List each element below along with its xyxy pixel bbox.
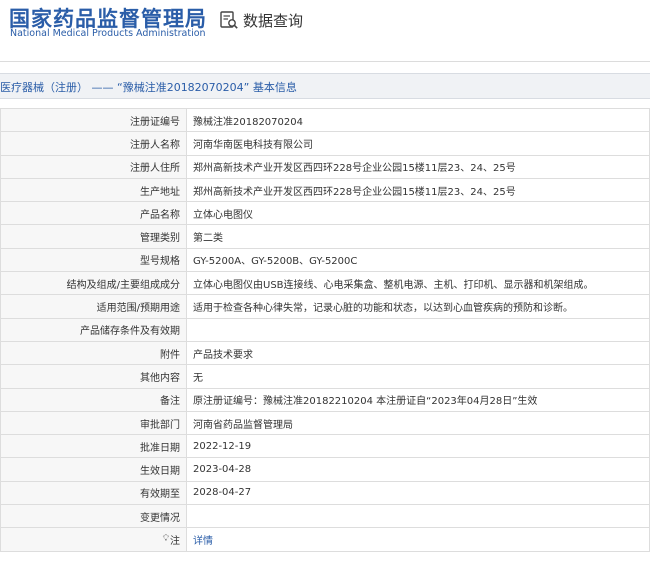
registration-detail-table: 注册证编号 豫械注准20182070204 注册人名称 河南华南医电科技有限公司 注册人… [0,107,650,552]
field-value: 无 [186,364,650,389]
field-label: 注册人名称 [0,131,187,156]
field-label: 变更情况 [0,504,187,529]
field-value: 立体心电图仪由USB连接线、心电采集盒、整机电源、主机、打印机、显示器和机架组成… [186,271,650,296]
field-label: 产品储存条件及有效期 [0,317,187,342]
field-label: 适用范围/预期用途 [0,294,187,319]
table-row: 附件 产品技术要求 [0,340,650,366]
table-row-note: 💡︎ 注 详情 [0,527,650,552]
document-search-icon [220,11,238,29]
field-label: 管理类别 [0,224,187,249]
table-row: 其他内容无 [0,364,650,389]
data-query-link[interactable]: 数据查询 [219,9,303,31]
lightbulb-icon: 💡︎ [162,534,169,545]
field-label: 型号规格 [0,247,187,273]
note-label: 💡︎ 注 [163,532,180,547]
header-divider [0,61,650,62]
field-value: 郑州高新技术产业开发区西四环228号企业公园15楼11层23、24、25号 [186,154,650,179]
table-row: 管理类别 第二类 [0,224,650,249]
field-label: 注册人住所 [0,154,187,179]
field-value: 立体心电图仪 [186,201,650,226]
field-label: 产品名称 [0,201,187,226]
note-label-cell: 💡︎ 注 [0,527,187,552]
field-value [186,504,650,529]
field-label: 生产地址 [0,177,187,203]
field-value: 河南省药品监督管理局 [186,410,650,436]
field-label: 批准日期 [0,434,187,459]
table-row: 审批部门 河南省药品监督管理局 [0,410,650,436]
site-logo-subtitle: National Medical Products Administration [10,28,206,39]
table-row: 注册证编号 豫械注准20182070204 [0,107,650,133]
details-link[interactable]: 详情 [193,536,213,547]
table-row: 结构及组成/主要组成成分 立体心电图仪由USB连接线、心电采集盒、整机电源、主机、… [0,271,650,296]
field-value: 豫械注准20182070204 [186,107,650,133]
field-value [186,317,650,342]
table-row: 注册人住所 郑州高新技术产业开发区西四环228号企业公园15楼11层23、24、2… [0,154,650,179]
field-label: 其他内容 [0,364,187,389]
table-row: 备注 原注册证编号：豫械注准20182210204 本注册证自“2023年04月2… [0,387,650,412]
field-value: 2022-12-19 [186,434,650,459]
table-row: 变更情况 [0,504,650,529]
breadcrumb: 医疗器械（注册） —— “豫械注准20182070204” 基本信息 [0,73,650,99]
field-label: 注册证编号 [0,107,187,133]
field-value: 郑州高新技术产业开发区西四环228号企业公园15楼11层23、24、25号 [186,177,650,203]
table-row: 产品名称 立体心电图仪 [0,201,650,226]
table-row: 注册人名称 河南华南医电科技有限公司 [0,131,650,156]
field-label: 附件 [0,340,187,366]
field-value: 原注册证编号：豫械注准20182210204 本注册证自“2023年04月28日… [186,387,650,412]
table-row: 型号规格 GY-5200A、GY-5200B、GY-5200C [0,247,650,273]
note-value-cell: 详情 [186,527,650,552]
field-label: 备注 [0,387,187,412]
table-row: 适用范围/预期用途 适用于检查各种心律失常，记录心脏的功能和状态，以达到心血管疾病… [0,294,650,319]
table-row: 批准日期 2022-12-19 [0,434,650,459]
field-value: GY-5200A、GY-5200B、GY-5200C [186,247,650,273]
data-query-label: 数据查询 [243,11,304,30]
field-label: 审批部门 [0,410,187,436]
table-row: 产品储存条件及有效期 [0,317,650,342]
field-value: 产品技术要求 [186,340,650,366]
table-row: 生产地址 郑州高新技术产业开发区西四环228号企业公园15楼11层23、24、25… [0,177,650,203]
note-label-text: 注 [170,535,180,547]
field-value: 2028-04-27 [186,480,650,506]
field-label: 有效期至 [0,480,187,506]
field-value: 第二类 [186,224,650,249]
field-value: 适用于检查各种心律失常，记录心脏的功能和状态，以达到心血管疾病的预防和诊断。 [186,294,650,319]
breadcrumb-text: 医疗器械（注册） —— “豫械注准20182070204” 基本信息 [0,81,297,94]
field-label: 生效日期 [0,457,187,482]
field-label: 结构及组成/主要组成成分 [0,271,187,296]
table-row: 有效期至 2028-04-27 [0,480,650,506]
field-value: 2023-04-28 [186,457,650,482]
field-value: 河南华南医电科技有限公司 [186,131,650,156]
site-header: 国家药品监督管理局 National Medical Products Admi… [0,0,650,62]
table-row: 生效日期 2023-04-28 [0,457,650,482]
